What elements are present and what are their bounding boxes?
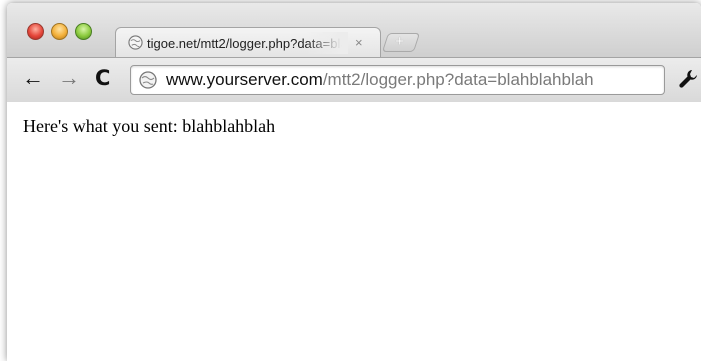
close-window-button[interactable] (27, 23, 44, 40)
url-path: /mtt2/logger.php?data=blahblahblah (322, 70, 594, 89)
reload-button[interactable]: C (95, 67, 110, 89)
minimize-window-button[interactable] (51, 23, 68, 40)
browser-window: tigoe.net/mtt2/logger.php?data=blahblahb… (7, 3, 701, 361)
wrench-icon[interactable] (677, 68, 699, 90)
zoom-window-button[interactable] (75, 23, 92, 40)
back-button[interactable]: ← (22, 67, 44, 89)
tab-title-fade (306, 32, 348, 54)
tab-close-button[interactable]: × (355, 35, 363, 50)
navigation-toolbar: ← → C www.yourserver.com/mtt2/logger.php… (7, 57, 701, 103)
title-bar: tigoe.net/mtt2/logger.php?data=blahblahb… (7, 3, 701, 58)
page-content: Here's what you sent: blahblahblah (7, 102, 701, 361)
address-bar[interactable]: www.yourserver.com/mtt2/logger.php?data=… (130, 65, 665, 95)
response-text: Here's what you sent: blahblahblah (23, 116, 276, 136)
browser-tab[interactable]: tigoe.net/mtt2/logger.php?data=blahblahb… (115, 27, 381, 58)
globe-icon (139, 71, 157, 89)
address-url[interactable]: www.yourserver.com/mtt2/logger.php?data=… (166, 70, 594, 90)
plus-icon: + (395, 33, 405, 50)
new-tab-button[interactable]: + (381, 33, 421, 52)
forward-button[interactable]: → (58, 67, 80, 89)
globe-icon (128, 35, 143, 50)
url-host: www.yourserver.com (166, 70, 323, 89)
